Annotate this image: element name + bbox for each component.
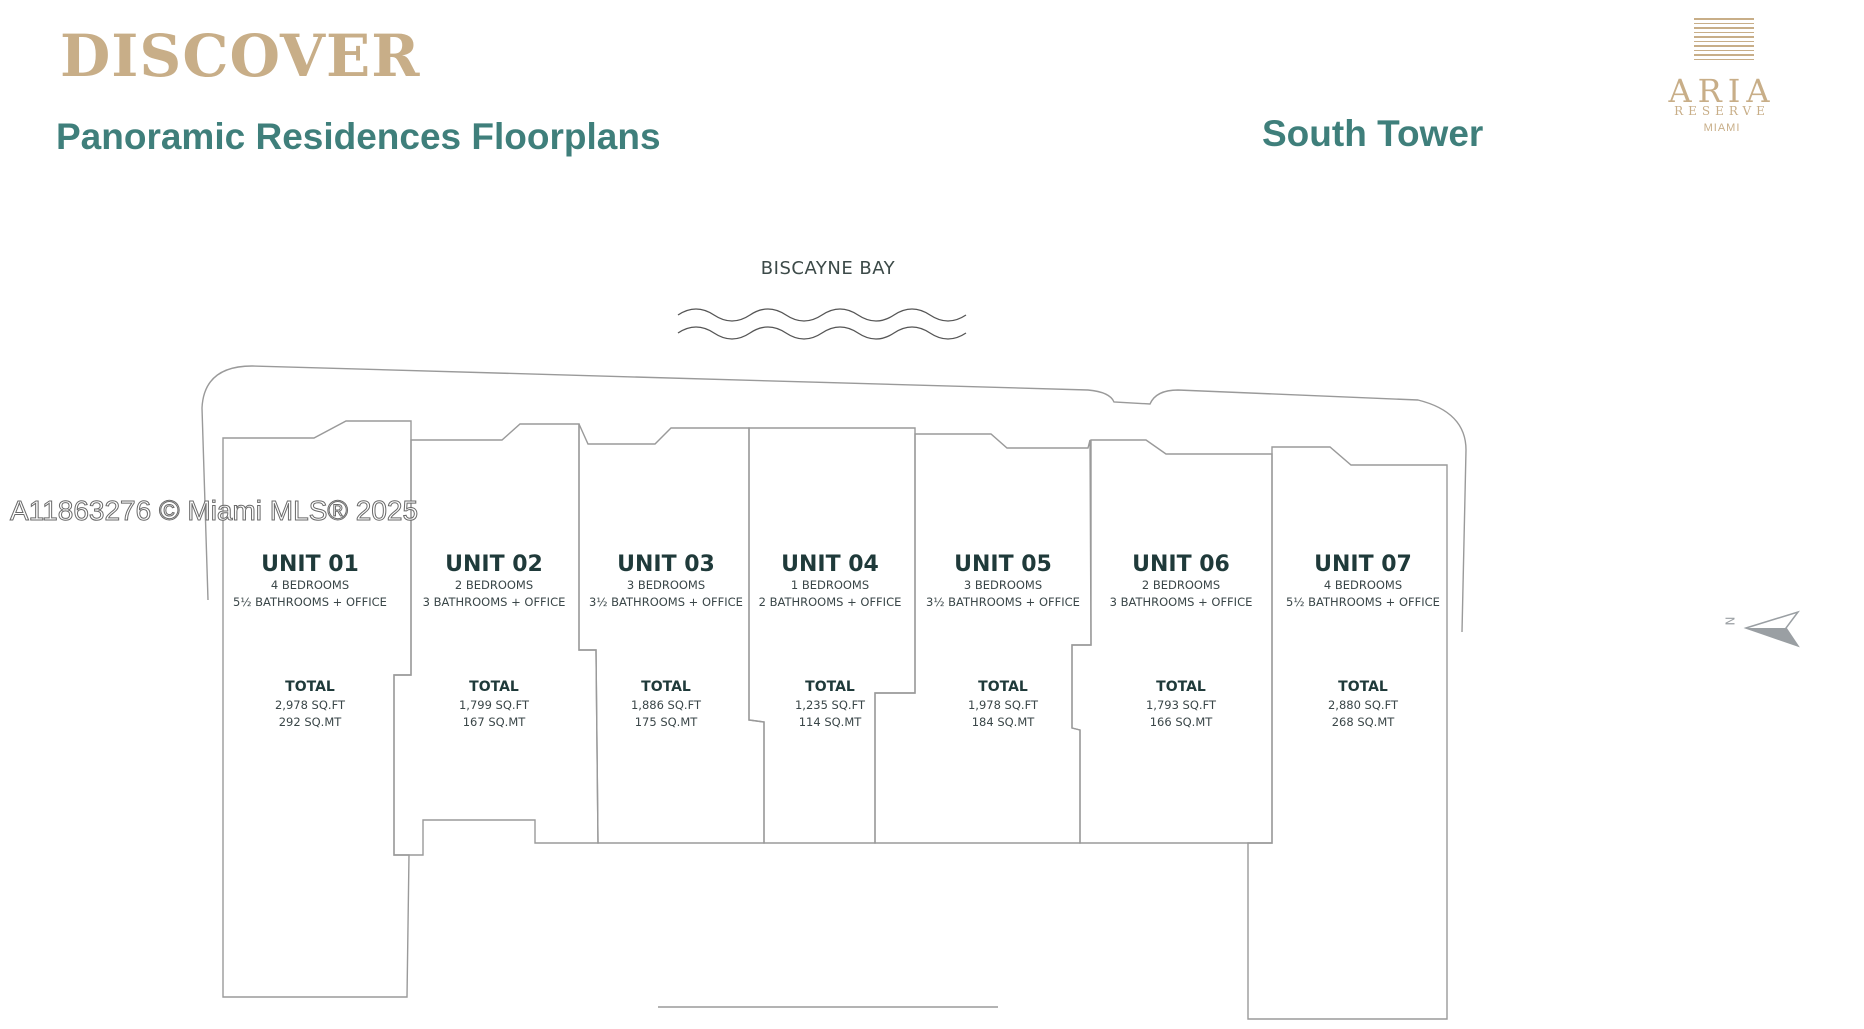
unit-bedrooms: 2 BEDROOMS (454, 578, 534, 592)
unit-outline (1247, 446, 1448, 1020)
unit-04-card[interactable]: UNIT 04 1 BEDROOMS 2 BATHROOMS + OFFICE … (735, 552, 925, 731)
unit-name: UNIT 07 (1314, 552, 1412, 577)
unit-name: UNIT 01 (261, 552, 359, 577)
unit-bathrooms: 3 BATHROOMS + OFFICE (1109, 595, 1253, 609)
unit-06-card[interactable]: UNIT 06 2 BEDROOMS 3 BATHROOMS + OFFICE … (1086, 552, 1276, 731)
unit-name: UNIT 05 (954, 552, 1052, 577)
unit-total-label: TOTAL (805, 679, 855, 695)
unit-02-card[interactable]: UNIT 02 2 BEDROOMS 3 BATHROOMS + OFFICE … (399, 552, 589, 731)
unit-bathrooms: 3½ BATHROOMS + OFFICE (926, 595, 1080, 609)
unit-sqft: 1,978 SQ.FT (967, 698, 1039, 712)
unit-bathrooms: 2 BATHROOMS + OFFICE (758, 595, 902, 609)
wave-icon (677, 308, 967, 322)
unit-sqmt: 167 SQ.MT (462, 715, 526, 729)
unit-bedrooms: 1 BEDROOMS (790, 578, 870, 592)
unit-bedrooms: 3 BEDROOMS (963, 578, 1043, 592)
unit-total-label: TOTAL (1338, 679, 1388, 695)
unit-bedrooms: 3 BEDROOMS (626, 578, 706, 592)
unit-name: UNIT 02 (445, 552, 543, 577)
unit-total-label: TOTAL (285, 679, 335, 695)
unit-01-card[interactable]: UNIT 01 4 BEDROOMS 5½ BATHROOMS + OFFICE… (215, 552, 405, 731)
unit-sqft: 2,880 SQ.FT (1327, 698, 1399, 712)
unit-bathrooms: 3½ BATHROOMS + OFFICE (589, 595, 743, 609)
unit-sqmt: 175 SQ.MT (634, 715, 698, 729)
unit-sqmt: 184 SQ.MT (971, 715, 1035, 729)
unit-sqft: 1,235 SQ.FT (794, 698, 866, 712)
unit-bathrooms: 5½ BATHROOMS + OFFICE (1286, 595, 1440, 609)
unit-total-label: TOTAL (469, 679, 519, 695)
unit-name: UNIT 04 (781, 552, 879, 577)
unit-total-label: TOTAL (1156, 679, 1206, 695)
unit-bedrooms: 4 BEDROOMS (1323, 578, 1403, 592)
wave-icon (677, 326, 967, 340)
unit-sqft: 1,886 SQ.FT (630, 698, 702, 712)
unit-sqft: 1,799 SQ.FT (458, 698, 530, 712)
unit-sqft: 2,978 SQ.FT (274, 698, 346, 712)
north-arrow-icon: N (1723, 606, 1800, 650)
unit-bedrooms: 4 BEDROOMS (270, 578, 350, 592)
unit-total-label: TOTAL (641, 679, 691, 695)
unit-name: UNIT 06 (1132, 552, 1230, 577)
unit-sqmt: 114 SQ.MT (798, 715, 862, 729)
unit-bathrooms: 3 BATHROOMS + OFFICE (422, 595, 566, 609)
unit-sqmt: 268 SQ.MT (1331, 715, 1395, 729)
unit-name: UNIT 03 (617, 552, 715, 577)
unit-07-card[interactable]: UNIT 07 4 BEDROOMS 5½ BATHROOMS + OFFICE… (1268, 552, 1458, 731)
watermark-text: A11863276 © Miami MLS® 2025 (9, 495, 419, 527)
unit-03-card[interactable]: UNIT 03 3 BEDROOMS 3½ BATHROOMS + OFFICE… (571, 552, 761, 731)
unit-bathrooms: 5½ BATHROOMS + OFFICE (233, 595, 387, 609)
compass-arrow-icon (1743, 610, 1800, 648)
unit-sqft: 1,793 SQ.FT (1145, 698, 1217, 712)
unit-total-label: TOTAL (978, 679, 1028, 695)
unit-sqmt: 292 SQ.MT (278, 715, 342, 729)
unit-sqmt: 166 SQ.MT (1149, 715, 1213, 729)
unit-05-card[interactable]: UNIT 05 3 BEDROOMS 3½ BATHROOMS + OFFICE… (908, 552, 1098, 731)
unit-bedrooms: 2 BEDROOMS (1141, 578, 1221, 592)
